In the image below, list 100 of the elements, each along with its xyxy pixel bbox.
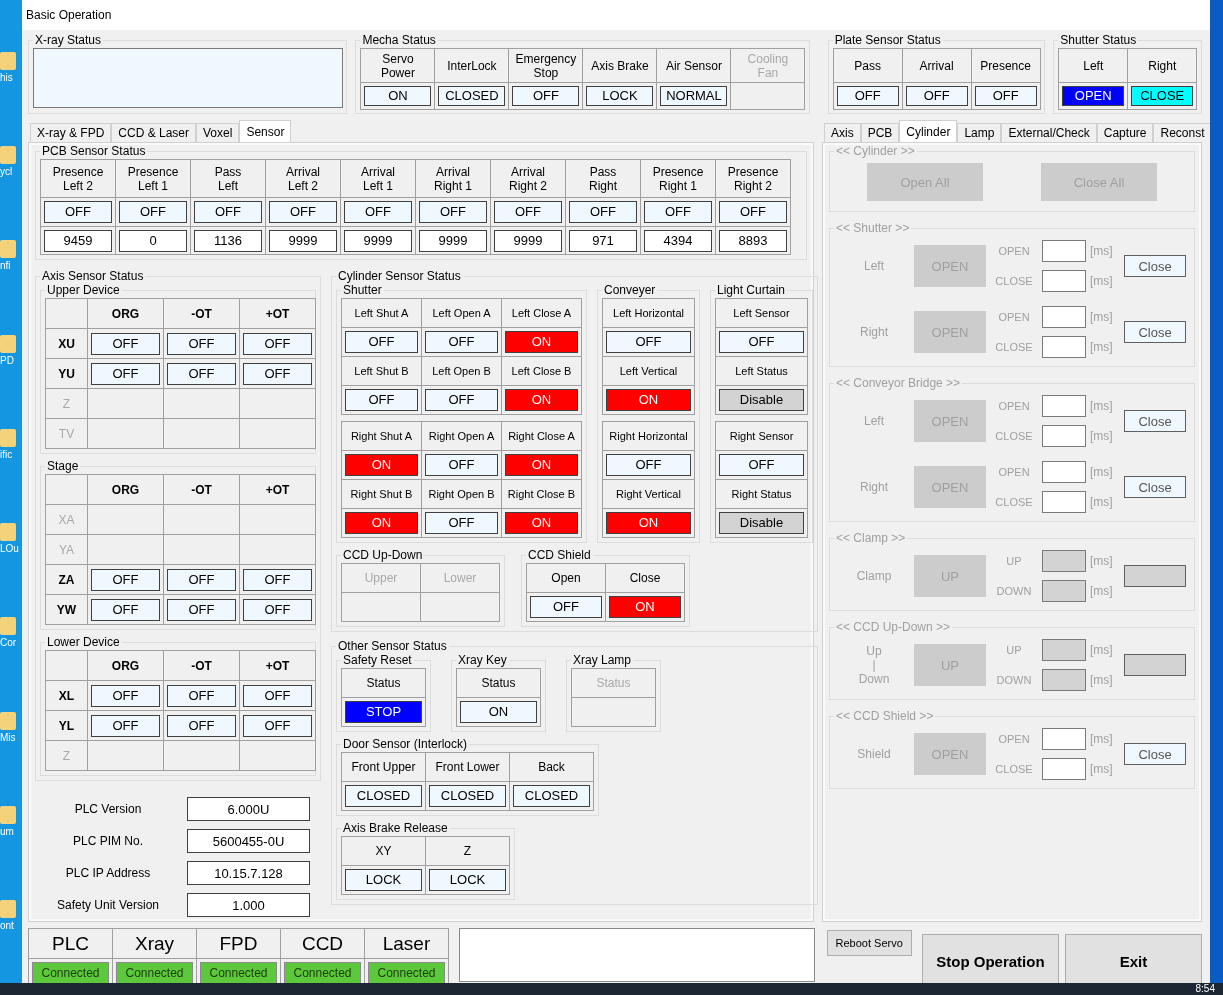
status-indicator: OFF (425, 454, 498, 476)
status-indicator: ON (606, 389, 691, 411)
file-icon[interactable] (0, 240, 16, 259)
column-header: Right Horizontal (603, 422, 695, 451)
connection-status: Connected (32, 962, 109, 983)
column-header: Status (572, 669, 656, 698)
status-indicator: OFF (243, 714, 312, 737)
tab[interactable]: External/Check (1001, 123, 1097, 142)
device-name: Laser (365, 929, 449, 959)
column-header: Right Status (716, 480, 808, 509)
group-title: Other Sensor Status (337, 640, 448, 653)
duration-field[interactable] (1042, 491, 1086, 513)
axis-label: Z (46, 741, 88, 771)
info-label: PLC IP Address (64, 865, 152, 882)
tab[interactable]: Lamp (957, 123, 1002, 142)
desktop-icon-label: Cor (0, 637, 17, 649)
field-label: CLOSE (994, 275, 1034, 287)
group-title: Door Sensor (Interlock) (342, 738, 469, 751)
column-header: Air Sensor (657, 49, 732, 83)
duration-field[interactable] (1042, 728, 1086, 750)
duration-field[interactable] (1042, 461, 1086, 483)
duration-field[interactable] (1042, 395, 1086, 417)
close-button[interactable]: Close (1124, 743, 1186, 765)
column-header: Status (342, 669, 426, 698)
group-title: << CCD Up-Down >> (835, 621, 952, 634)
file-icon[interactable] (0, 145, 16, 164)
column-header: Arrival Right 1 (416, 160, 491, 198)
command-button[interactable]: Exit (1064, 934, 1202, 983)
row-label: Clamp (855, 569, 893, 583)
connection-status: Connected (368, 962, 445, 983)
column-header: Left (1059, 49, 1129, 83)
status-indicator: OFF (167, 714, 236, 737)
column-header: Left Shut A (342, 299, 422, 328)
status-indicator: Disable (719, 512, 804, 534)
axis-label: ZA (46, 565, 88, 595)
status-indicator: OFF (425, 331, 498, 353)
group-title: << Clamp >> (835, 532, 907, 545)
duration-field[interactable] (1042, 758, 1086, 780)
status-indicator: LOCK (586, 86, 654, 106)
column-header: Axis Brake (583, 49, 658, 83)
close-button[interactable]: Close (1124, 410, 1186, 432)
group-title: Plate Sensor Status (833, 34, 942, 47)
desktop-icon-label: nfi (0, 260, 11, 272)
status-indicator: OFF (167, 598, 236, 621)
row-label: Shield (856, 747, 892, 761)
tab[interactable]: Cylinder (899, 120, 958, 142)
status-indicator: OFF (91, 568, 160, 591)
close-button[interactable]: Close (1124, 476, 1186, 498)
duration-field[interactable] (1042, 336, 1086, 358)
tab[interactable]: Capture (1096, 123, 1154, 142)
reboot-button[interactable]: Reboot Servo (826, 930, 912, 956)
file-icon[interactable] (0, 617, 16, 636)
unit-label: [ms] (1089, 310, 1114, 324)
close-button[interactable]: Close (1124, 255, 1186, 277)
unit-label: [ms] (1089, 465, 1114, 479)
group-title: << CCD Shield >> (835, 710, 935, 723)
status-indicator: CLOSED (438, 86, 506, 106)
value-field: 9999 (269, 229, 337, 252)
status-indicator: ON (505, 512, 578, 534)
status-indicator: OFF (530, 596, 602, 618)
tab[interactable]: X-ray & FPD (30, 123, 112, 142)
file-icon[interactable] (0, 900, 16, 919)
status-indicator: OFF (644, 201, 712, 223)
status-indicator: OFF (243, 684, 312, 707)
duration-field[interactable] (1042, 425, 1086, 447)
tab[interactable]: Reconst (1153, 123, 1210, 142)
group-title: Conveyer (603, 284, 657, 297)
tab[interactable]: PCB (860, 123, 900, 142)
status-indicator: OFF (243, 332, 312, 355)
column-header: Right Vertical (603, 480, 695, 509)
device-name: FPD (197, 929, 281, 959)
column-header: Left Vertical (603, 357, 695, 386)
file-icon[interactable] (0, 523, 16, 542)
close-button[interactable]: Close (1124, 321, 1186, 343)
column-header: ORG (88, 651, 164, 681)
desktop-icon-label: LOu (0, 543, 19, 555)
tab[interactable]: Voxel (196, 123, 240, 142)
duration-field[interactable] (1042, 270, 1086, 292)
tab[interactable]: Axis (824, 123, 861, 142)
group-title: Cylinder Sensor Status (337, 270, 462, 283)
unit-label: [ms] (1089, 732, 1114, 746)
tab[interactable]: Sensor (239, 120, 292, 142)
file-icon[interactable] (0, 711, 16, 730)
tab[interactable]: CCD & Laser (111, 123, 197, 142)
connection-status: Connected (116, 962, 193, 983)
file-icon[interactable] (0, 334, 16, 353)
unit-label: [ms] (1089, 399, 1114, 413)
column-header: Right Sensor (716, 422, 808, 451)
status-indicator: OFF (606, 331, 691, 353)
command-button[interactable]: Stop Operation (921, 934, 1059, 983)
axis-label: XA (46, 505, 88, 535)
value-field: 1136 (194, 229, 262, 252)
duration-field[interactable] (1042, 240, 1086, 262)
group-title: PCB Sensor Status (41, 145, 147, 158)
file-icon[interactable] (0, 428, 16, 447)
status-indicator: ON (460, 701, 537, 723)
duration-field[interactable] (1042, 306, 1086, 328)
status-indicator: ON (364, 86, 432, 106)
file-icon[interactable] (0, 51, 16, 70)
column-header: XY (342, 837, 426, 866)
